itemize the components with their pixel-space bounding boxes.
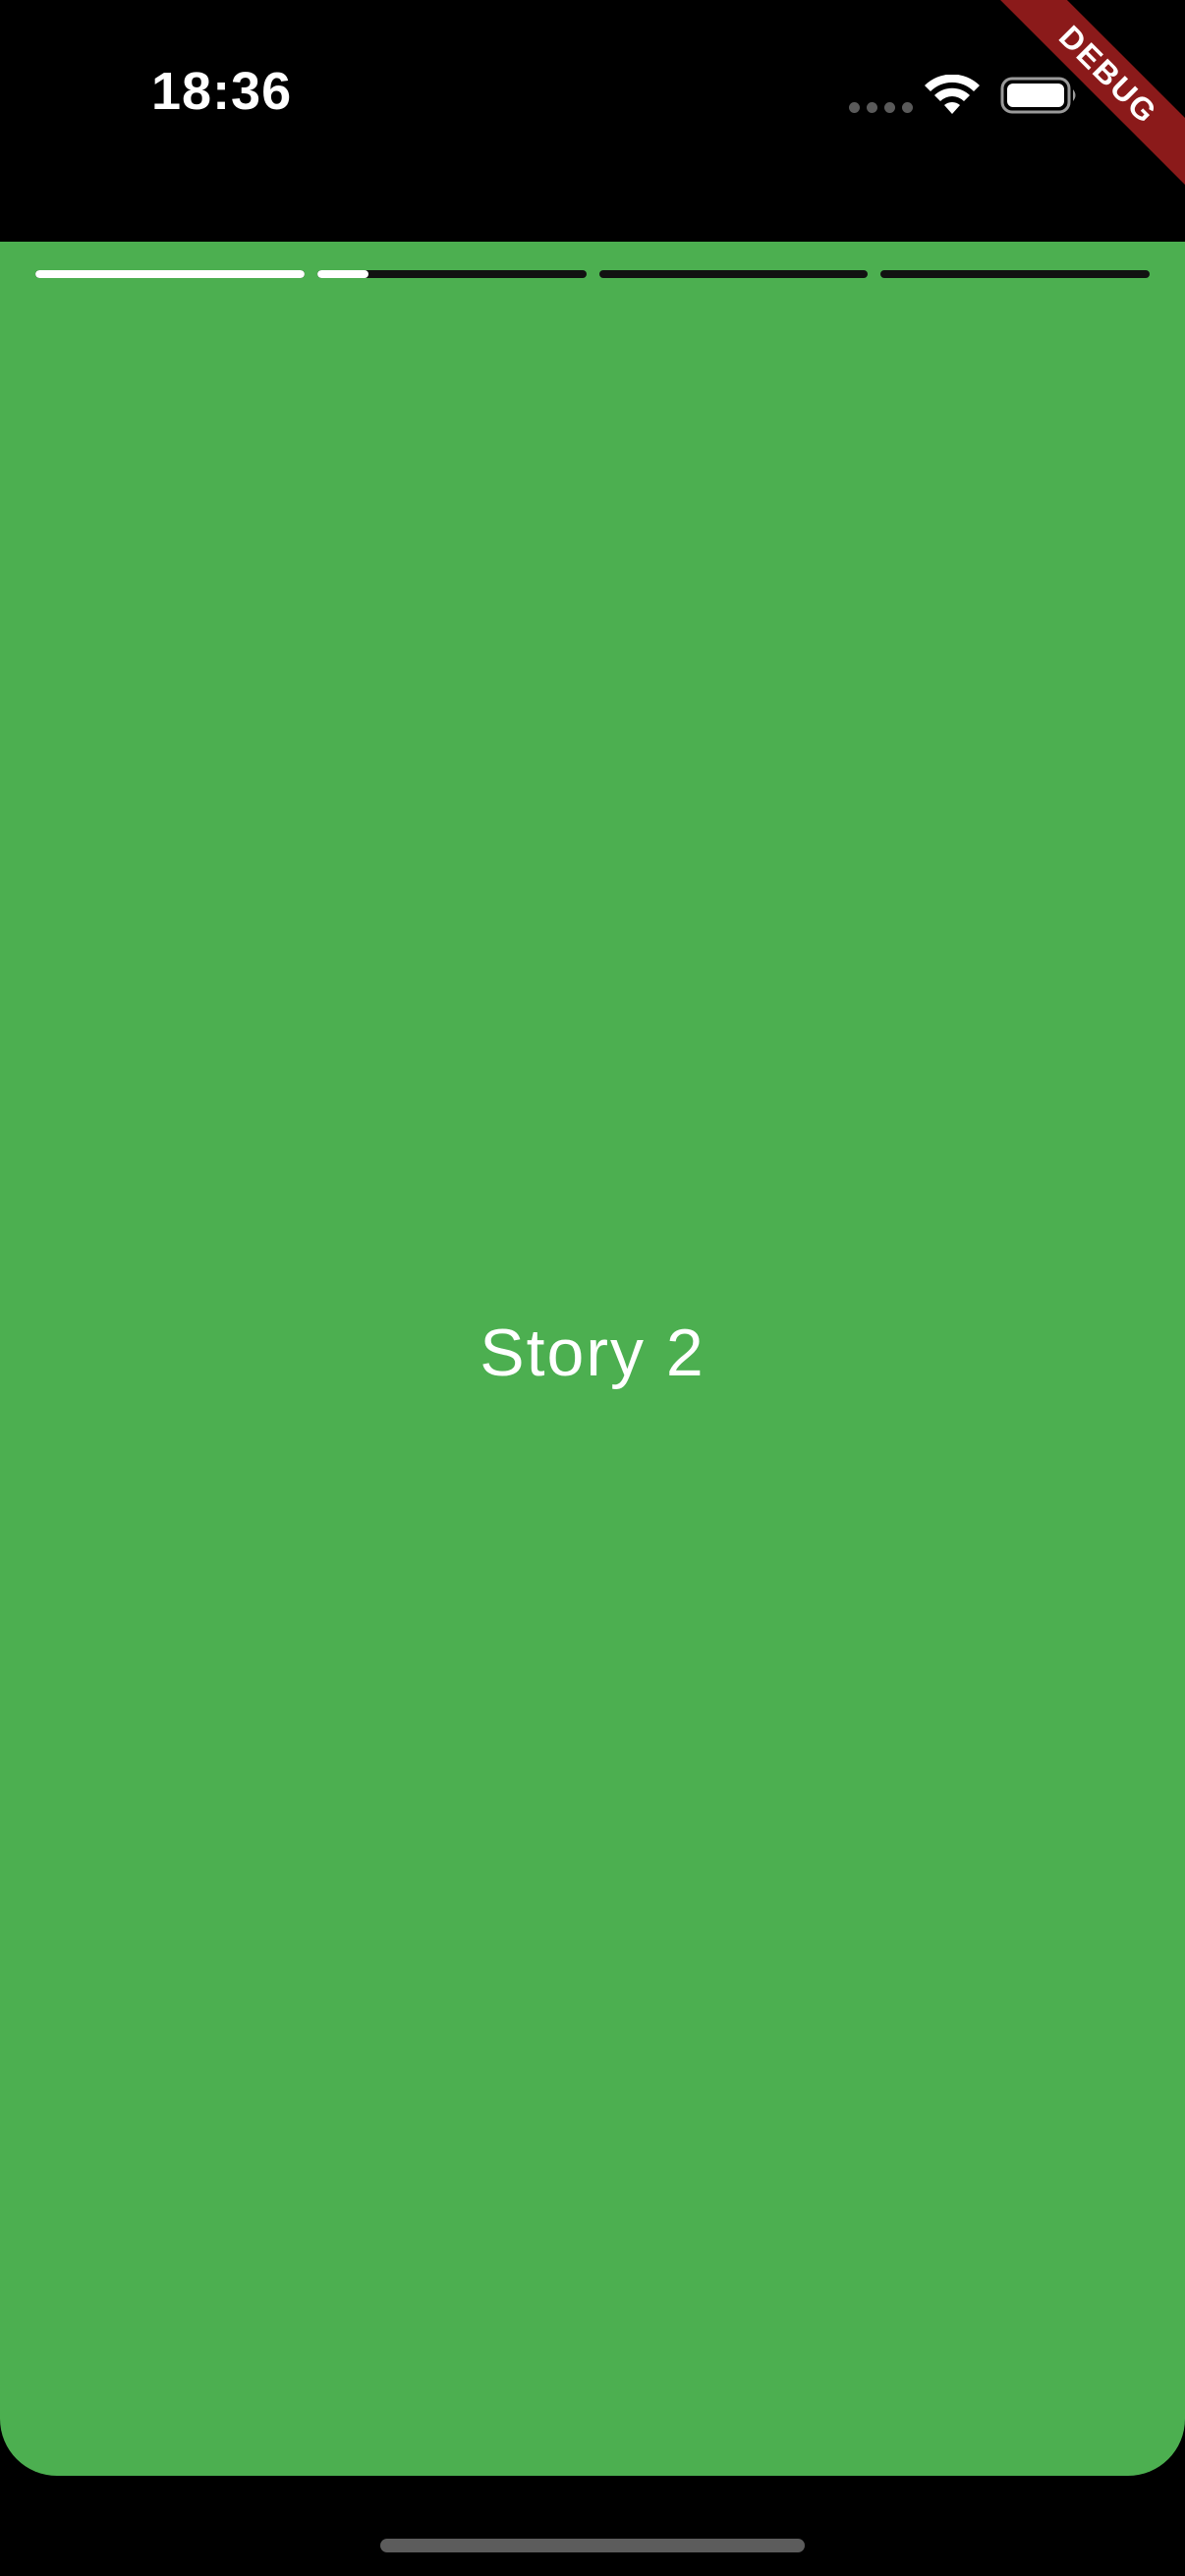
- progress-segment-2: [316, 270, 587, 278]
- story-content[interactable]: Story 2: [0, 242, 1185, 2476]
- story-progress-bar: [35, 270, 1150, 278]
- story-title: Story 2: [480, 1316, 705, 1390]
- battery-icon: [1000, 77, 1076, 114]
- wifi-icon: [925, 75, 980, 114]
- status-time: 18:36: [151, 62, 293, 121]
- progress-segment-3: [598, 270, 869, 278]
- home-indicator[interactable]: [380, 2539, 805, 2552]
- progress-fill: [35, 270, 305, 278]
- signal-dots-icon: [849, 102, 913, 113]
- progress-segment-4: [880, 270, 1150, 278]
- progress-segment-1: [35, 270, 305, 278]
- story-screen: 18:36 DEBUG Story 2: [0, 0, 1185, 2576]
- progress-fill: [316, 270, 368, 278]
- status-bar: 18:36: [0, 0, 1185, 242]
